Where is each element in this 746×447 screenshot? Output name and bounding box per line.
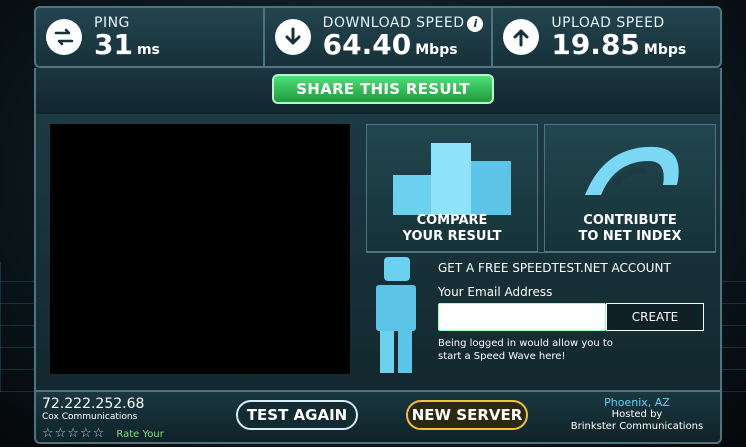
signup-title: GET A FREE SPEEDTEST.NET ACCOUNT xyxy=(438,261,671,275)
upload-value: 19.85 xyxy=(551,28,640,61)
server-info: Phoenix, AZ Hosted by Brinkster Communic… xyxy=(562,396,712,433)
stats-panel: PING 31 ms DOWNLOAD SPEED 64.40 Mbps i U… xyxy=(34,6,722,68)
rate-label: Rate Your xyxy=(116,429,164,440)
server-host: Brinkster Communications xyxy=(570,421,704,432)
new-server-button[interactable]: NEW SERVER xyxy=(406,400,528,430)
contribute-label: CONTRIBUTE TO NET INDEX xyxy=(578,213,682,244)
ip-address: 72.222.252.68 xyxy=(42,396,145,412)
main-panel: COMPARE YOUR RESULT CONTRIBUTE TO NET IN… xyxy=(34,114,722,392)
contribute-tile[interactable]: CONTRIBUTE TO NET INDEX xyxy=(544,124,716,252)
signup-panel: GET A FREE SPEEDTEST.NET ACCOUNT Your Em… xyxy=(366,252,716,382)
share-result-button[interactable]: SHARE THIS RESULT xyxy=(272,74,494,104)
create-account-button[interactable]: CREATE xyxy=(606,303,704,331)
server-city: Phoenix, AZ xyxy=(604,396,670,409)
ping-arrows-icon xyxy=(46,19,82,55)
speedtest-app: PING 31 ms DOWNLOAD SPEED 64.40 Mbps i U… xyxy=(0,0,746,447)
email-field[interactable] xyxy=(438,303,606,331)
hosted-by-label: Hosted by xyxy=(611,409,663,420)
bottom-bar: 72.222.252.68 Cox Communications ☆☆☆☆☆ R… xyxy=(34,392,722,444)
person-figure-icon xyxy=(376,257,416,373)
rating-stars[interactable]: ☆☆☆☆☆ xyxy=(42,426,105,441)
ping-unit: ms xyxy=(136,42,160,58)
download-stat: DOWNLOAD SPEED 64.40 Mbps i xyxy=(265,8,494,66)
upload-unit: Mbps xyxy=(643,42,687,58)
ping-stat: PING 31 ms xyxy=(36,8,265,66)
test-again-button[interactable]: TEST AGAIN xyxy=(236,400,358,430)
download-unit: Mbps xyxy=(415,42,458,58)
isp-name: Cox Communications xyxy=(42,412,138,422)
ping-value: 31 xyxy=(94,28,133,61)
upload-arrow-icon xyxy=(503,19,540,55)
signup-note: Being logged in would allow you to start… xyxy=(438,338,613,362)
ad-placeholder xyxy=(50,124,350,374)
isp-info: 72.222.252.68 Cox Communications ☆☆☆☆☆ R… xyxy=(42,396,164,441)
net-index-icon xyxy=(585,146,679,195)
compare-label: COMPARE YOUR RESULT xyxy=(402,213,502,244)
share-bar: SHARE THIS RESULT xyxy=(34,68,722,114)
email-label: Your Email Address xyxy=(438,285,553,299)
info-icon[interactable]: i xyxy=(467,16,484,32)
upload-stat: UPLOAD SPEED 19.85 Mbps xyxy=(493,8,720,66)
compare-result-tile[interactable]: COMPARE YOUR RESULT xyxy=(366,124,538,252)
download-value: 64.40 xyxy=(322,28,412,61)
bar-graph-icon xyxy=(393,143,511,215)
download-arrow-icon xyxy=(274,19,311,55)
